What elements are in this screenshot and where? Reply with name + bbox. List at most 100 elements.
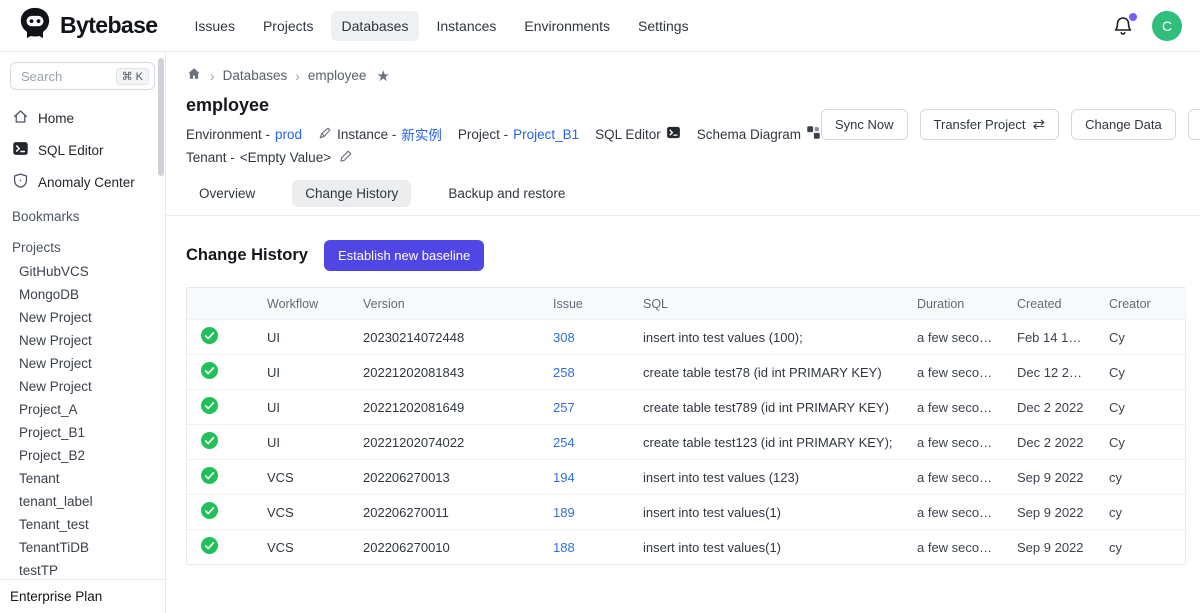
sidebar-item-home[interactable]: Home — [0, 102, 165, 134]
cell-duration: a few seconds — [905, 390, 1005, 425]
cell-version: 20221202074022 — [351, 425, 541, 460]
sidebar-project-item[interactable]: New Project — [0, 306, 165, 329]
issue-link[interactable]: 257 — [553, 400, 575, 415]
edit-pencil-icon[interactable] — [339, 149, 353, 166]
sync-now-button[interactable]: Sync Now — [821, 109, 908, 140]
tab-change-history[interactable]: Change History — [292, 180, 411, 207]
table-row[interactable]: UI 20221202074022 254 create table test1… — [187, 425, 1187, 460]
sidebar-project-item[interactable]: Tenant_test — [0, 513, 165, 536]
sql-editor-label: SQL Editor — [595, 127, 661, 142]
brand-name: Bytebase — [60, 12, 157, 39]
sidebar-project-item[interactable]: MongoDB — [0, 283, 165, 306]
search-placeholder: Search — [21, 69, 62, 84]
sidebar-section-bookmarks[interactable]: Bookmarks — [0, 202, 165, 229]
schema-diagram-shortcut[interactable]: Schema Diagram — [697, 125, 821, 143]
table-row[interactable]: VCS 202206270010 188 insert into test va… — [187, 530, 1187, 565]
sidebar-project-item[interactable]: Project_A — [0, 398, 165, 421]
sidebar-project-item[interactable]: New Project — [0, 375, 165, 398]
cell-created: Feb 14 15:32 — [1005, 320, 1097, 355]
issue-link[interactable]: 188 — [553, 540, 575, 555]
sidebar-item-anomaly-center[interactable]: Anomaly Center — [0, 166, 165, 198]
breadcrumb-separator: › — [295, 68, 300, 84]
tab-overview[interactable]: Overview — [186, 180, 268, 207]
breadcrumb-databases[interactable]: Databases — [223, 68, 288, 83]
table-row[interactable]: UI 20230214072448 308 insert into test v… — [187, 320, 1187, 355]
cell-created: Dec 2 2022 — [1005, 425, 1097, 460]
sidebar-item-label: Home — [38, 111, 74, 126]
issue-link[interactable]: 258 — [553, 365, 575, 380]
sidebar-project-item[interactable]: New Project — [0, 329, 165, 352]
issue-link[interactable]: 254 — [553, 435, 575, 450]
meta-line-2: Tenant - <Empty Value> — [186, 149, 821, 166]
sidebar-project-item[interactable]: Project_B2 — [0, 444, 165, 467]
alter-schema-button[interactable]: Alter Schema — [1188, 109, 1200, 140]
cell-workflow: UI — [255, 320, 351, 355]
bytebase-logo[interactable]: Bytebase — [18, 6, 157, 45]
meta-tenant: Tenant - <Empty Value> — [186, 149, 353, 166]
nav-item-issues[interactable]: Issues — [183, 11, 245, 41]
sidebar-section-projects[interactable]: Projects — [0, 233, 165, 260]
search-input[interactable]: Search ⌘ K — [10, 62, 155, 90]
cell-workflow: VCS — [255, 530, 351, 565]
sidebar-scrollbar[interactable] — [158, 58, 164, 176]
establish-baseline-button[interactable]: Establish new baseline — [324, 240, 484, 271]
sidebar-project-item[interactable]: TenantTiDB — [0, 536, 165, 559]
cell-version: 20221202081843 — [351, 355, 541, 390]
cell-sql: insert into test values(1) — [631, 530, 905, 565]
instance-link[interactable]: 新实例 — [401, 124, 442, 144]
button-label: Transfer Project — [934, 117, 1026, 132]
breadcrumb-home-icon[interactable] — [186, 66, 202, 85]
project-link[interactable]: Project_B1 — [513, 127, 579, 142]
search-shortcut-badge: ⌘ K — [116, 68, 149, 85]
cell-duration: a few seconds — [905, 425, 1005, 460]
sidebar-project-item[interactable]: Tenant — [0, 467, 165, 490]
issue-link[interactable]: 194 — [553, 470, 575, 485]
cell-duration: a few seconds — [905, 530, 1005, 565]
nav-item-environments[interactable]: Environments — [513, 11, 621, 41]
avatar[interactable]: C — [1152, 11, 1182, 41]
status-done-icon — [201, 537, 218, 554]
cell-sql: create table test78 (id int PRIMARY KEY) — [631, 355, 905, 390]
sidebar-project-item[interactable]: Project_B1 — [0, 421, 165, 444]
notification-bell-icon[interactable] — [1112, 15, 1134, 37]
sidebar-item-label: Anomaly Center — [38, 175, 135, 190]
sidebar-project-item[interactable]: GitHubVCS — [0, 260, 165, 283]
issue-link[interactable]: 189 — [553, 505, 575, 520]
issue-link[interactable]: 308 — [553, 330, 575, 345]
cell-creator: Cy — [1097, 355, 1187, 390]
terminal-icon — [666, 125, 681, 143]
tab-backup-and-restore[interactable]: Backup and restore — [435, 180, 578, 207]
table-row[interactable]: UI 20221202081843 258 create table test7… — [187, 355, 1187, 390]
environment-link[interactable]: prod — [275, 127, 302, 142]
primary-nav: Issues Projects Databases Instances Envi… — [183, 11, 699, 41]
col-workflow: Workflow — [255, 288, 351, 320]
col-created: Created — [1005, 288, 1097, 320]
sql-editor-shortcut[interactable]: SQL Editor — [595, 125, 681, 143]
transfer-project-button[interactable]: Transfer Project ⇄ — [920, 109, 1060, 140]
status-done-icon — [201, 362, 218, 379]
favorite-star-icon[interactable]: ★ — [376, 67, 389, 85]
meta-project-label: Project - — [458, 127, 508, 142]
table-row[interactable]: VCS 202206270013 194 insert into test va… — [187, 460, 1187, 495]
plan-label[interactable]: Enterprise Plan — [0, 579, 165, 613]
col-version: Version — [351, 288, 541, 320]
cell-version: 20230214072448 — [351, 320, 541, 355]
sidebar-item-sql-editor[interactable]: SQL Editor — [0, 134, 165, 166]
nav-item-instances[interactable]: Instances — [425, 11, 507, 41]
table-row[interactable]: UI 20221202081649 257 create table test7… — [187, 390, 1187, 425]
breadcrumb-employee[interactable]: employee — [308, 68, 367, 83]
sidebar-project-item[interactable]: New Project — [0, 352, 165, 375]
col-sql: SQL — [631, 288, 905, 320]
button-label: Sync Now — [835, 117, 894, 132]
page-header-left: employee Environment - prod Instance - — [186, 95, 821, 166]
table-row[interactable]: VCS 202206270011 189 insert into test va… — [187, 495, 1187, 530]
change-data-button[interactable]: Change Data — [1071, 109, 1176, 140]
nav-item-projects[interactable]: Projects — [252, 11, 325, 41]
sidebar-project-item[interactable]: tenant_label — [0, 490, 165, 513]
cell-created: Sep 9 2022 — [1005, 495, 1097, 530]
nav-item-databases[interactable]: Databases — [331, 11, 420, 41]
table-header-row: Workflow Version Issue SQL Duration Crea… — [187, 288, 1187, 320]
schema-diagram-label: Schema Diagram — [697, 127, 801, 142]
nav-item-settings[interactable]: Settings — [627, 11, 700, 41]
cell-workflow: UI — [255, 425, 351, 460]
